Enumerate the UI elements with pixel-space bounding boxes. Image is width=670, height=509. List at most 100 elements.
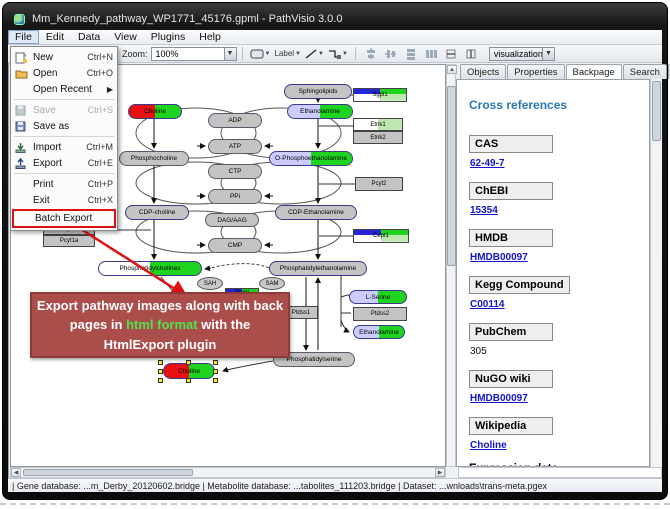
pathway-node-choline[interactable]: Choline bbox=[128, 104, 182, 119]
gene-node-sgpl1[interactable]: Sgpl1 bbox=[353, 88, 407, 102]
pathway-node-sphingolipids[interactable]: Sphingolipids bbox=[284, 84, 352, 99]
canvas-horizontal-scrollbar[interactable]: ◀ ▶ bbox=[10, 467, 446, 478]
chevron-down-icon: ▼ bbox=[318, 51, 324, 57]
gene-node-etnk1[interactable]: Etnk1 bbox=[353, 118, 403, 131]
scrollbar-thumb[interactable] bbox=[652, 81, 661, 141]
xref-link[interactable]: Choline bbox=[470, 440, 507, 451]
gene-node-pcyt2[interactable]: Pcyt2 bbox=[355, 177, 403, 191]
selection-handle[interactable] bbox=[158, 369, 163, 374]
datanode-tool-button[interactable]: ▼ bbox=[250, 46, 271, 61]
file-menu-export[interactable]: Export Ctrl+E bbox=[11, 155, 117, 171]
pathway-node-o-phosphoethanolamine[interactable]: O-Phosphoethanolamine bbox=[269, 151, 353, 166]
selection-handle[interactable] bbox=[158, 360, 163, 365]
common-width-button[interactable] bbox=[443, 46, 459, 61]
save-as-icon bbox=[15, 121, 29, 132]
zoom-combobox[interactable]: 100% ▼ bbox=[151, 47, 237, 61]
gene-node-etnk2[interactable]: Etnk2 bbox=[353, 131, 403, 144]
callout-line-2-pre: pages in bbox=[70, 317, 126, 332]
title-bar[interactable]: Mm_Kennedy_pathway_WP1771_45176.gpml - P… bbox=[8, 8, 662, 30]
pathway-node-dag-aag[interactable]: DAG/AAG bbox=[205, 213, 259, 227]
file-menu-exit[interactable]: Exit Ctrl+X bbox=[11, 192, 117, 208]
tab-search[interactable]: Search bbox=[623, 64, 667, 79]
submenu-arrow-icon: ▶ bbox=[107, 85, 113, 94]
menu-view[interactable]: View bbox=[107, 30, 144, 44]
file-menu-import[interactable]: Import Ctrl+M bbox=[11, 139, 117, 155]
pathway-node-cmp[interactable]: CMP bbox=[208, 238, 262, 253]
file-menu-import-shortcut: Ctrl+M bbox=[86, 142, 113, 152]
align-center-x-button[interactable] bbox=[363, 46, 379, 61]
callout-line-2-post: with the bbox=[198, 317, 251, 332]
pathway-node-ethanolamine-2[interactable]: Ethanolamine bbox=[353, 325, 405, 339]
selection-handle[interactable] bbox=[186, 360, 191, 365]
menu-data[interactable]: Data bbox=[71, 30, 107, 44]
stack-vertical-button[interactable] bbox=[403, 46, 419, 61]
menu-file[interactable]: File bbox=[8, 30, 39, 44]
pathway-node-sam[interactable]: SAM bbox=[259, 277, 285, 290]
file-menu-open-recent[interactable]: Open Recent ▶ bbox=[11, 81, 117, 97]
common-height-button[interactable] bbox=[463, 46, 479, 61]
menu-edit[interactable]: Edit bbox=[39, 30, 71, 44]
scroll-up-icon[interactable]: ▲ bbox=[447, 65, 457, 74]
xref-link[interactable]: 15354 bbox=[470, 205, 498, 216]
tab-objects[interactable]: Objects bbox=[460, 64, 506, 79]
tab-properties[interactable]: Properties bbox=[507, 64, 564, 79]
toolbar-separator bbox=[355, 47, 356, 60]
align-center-y-button[interactable] bbox=[383, 46, 399, 61]
file-menu-new[interactable]: New Ctrl+N bbox=[11, 49, 117, 65]
callout-line-3: HtmlExport plugin bbox=[104, 335, 217, 355]
gene-node-ptdss2[interactable]: Ptdss2 bbox=[353, 307, 407, 321]
scroll-right-icon[interactable]: ▶ bbox=[435, 468, 445, 477]
selection-handle[interactable] bbox=[213, 378, 218, 383]
blank-icon bbox=[15, 195, 29, 206]
pathway-node-atp[interactable]: ATP bbox=[208, 139, 262, 154]
pathway-node-ppi[interactable]: PPi bbox=[208, 189, 262, 204]
chevron-down-icon[interactable]: ▼ bbox=[224, 48, 236, 60]
menu-help[interactable]: Help bbox=[192, 30, 228, 44]
connector-tool-button[interactable]: ▼ bbox=[328, 46, 348, 61]
pathway-node-adp[interactable]: ADP bbox=[208, 113, 262, 128]
scroll-left-icon[interactable]: ◀ bbox=[11, 468, 21, 477]
menu-plugins[interactable]: Plugins bbox=[144, 30, 192, 44]
pathway-node-l-serine[interactable]: L-Serine bbox=[349, 290, 407, 304]
file-menu-save-as[interactable]: Save as bbox=[11, 118, 117, 134]
label-tool-button[interactable]: Label ▼ bbox=[274, 46, 301, 61]
pathway-node-phosphatidylethanolamine[interactable]: Phosphatidylethanolamine bbox=[269, 261, 367, 276]
gene-box-icon bbox=[250, 49, 264, 59]
annotation-callout: Export pathway images along with back pa… bbox=[30, 292, 290, 358]
selection-handle[interactable] bbox=[213, 369, 218, 374]
scrollbar-thumb[interactable] bbox=[23, 469, 193, 476]
pathway-node-cdp-ethanolamine[interactable]: CDP-Ethanolamine bbox=[275, 205, 357, 220]
tab-backpage[interactable]: Backpage bbox=[566, 64, 622, 80]
selection-handle[interactable] bbox=[158, 378, 163, 383]
backpage-panel[interactable]: Cross references CAS 62-49-7 ChEBI 15354… bbox=[456, 79, 650, 467]
file-menu-print[interactable]: Print Ctrl+P bbox=[11, 176, 117, 192]
canvas-vertical-scrollbar[interactable]: ▲ bbox=[446, 64, 456, 467]
menu-bar: File Edit Data View Plugins Help bbox=[8, 30, 662, 45]
file-menu-save[interactable]: Save Ctrl+S bbox=[11, 102, 117, 118]
selection-handle[interactable] bbox=[213, 360, 218, 365]
panel-vertical-scrollbar[interactable] bbox=[650, 79, 661, 467]
gene-node-cept1[interactable]: Cept1 bbox=[353, 229, 409, 243]
scrollbar-thumb[interactable] bbox=[447, 86, 456, 266]
selection-handle[interactable] bbox=[186, 378, 191, 383]
file-menu-batch-export[interactable]: Batch Export bbox=[12, 209, 116, 228]
xref-link[interactable]: HMDB00097 bbox=[470, 252, 528, 263]
stack-horizontal-button[interactable] bbox=[423, 46, 439, 61]
gene-node-pcyt1a[interactable]: Pcyt1a bbox=[43, 235, 95, 247]
pathway-node-sah[interactable]: SAH bbox=[197, 277, 223, 290]
visualization-combobox[interactable]: visualization ▼ bbox=[489, 47, 555, 61]
file-menu-open[interactable]: Open Ctrl+O bbox=[11, 65, 117, 81]
chevron-down-icon[interactable]: ▼ bbox=[542, 48, 554, 60]
xref-link[interactable]: C00114 bbox=[470, 299, 504, 310]
pathway-node-choline-selected[interactable]: Choline bbox=[163, 363, 215, 379]
file-menu-save-label: Save bbox=[33, 105, 88, 116]
pathway-node-cdp-choline[interactable]: CDP-choline bbox=[125, 205, 189, 220]
line-tool-button[interactable]: ▼ bbox=[305, 46, 324, 61]
xref-link[interactable]: HMDB00097 bbox=[470, 393, 528, 404]
xref-link[interactable]: 62-49-7 bbox=[470, 158, 504, 169]
file-menu-print-label: Print bbox=[33, 179, 88, 190]
pathway-node-phosphocholine[interactable]: Phosphocholine bbox=[119, 151, 189, 166]
pathway-node-ethanolamine[interactable]: Ethanolamine bbox=[287, 104, 353, 119]
pathway-node-phosphatidylcholines[interactable]: Phosphatidylcholines bbox=[98, 261, 202, 276]
pathway-node-ctp[interactable]: CTP bbox=[208, 164, 262, 179]
